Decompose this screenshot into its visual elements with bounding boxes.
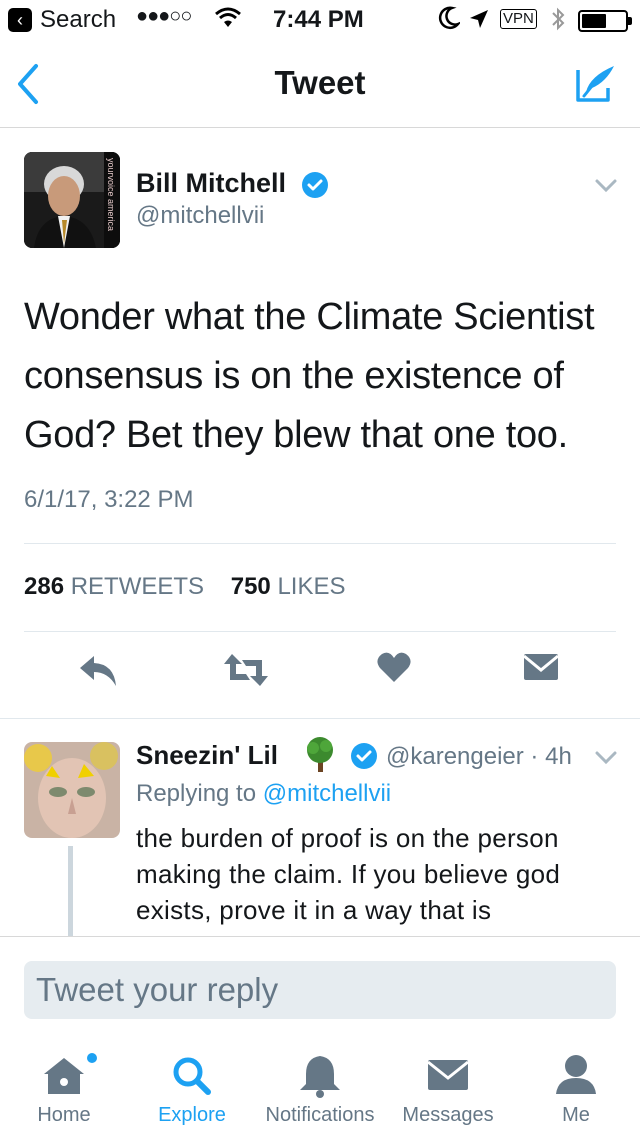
replying-to-prefix: Replying to bbox=[136, 780, 257, 807]
back-to-app-icon[interactable]: ‹ bbox=[8, 8, 32, 32]
reply-text: the burden of proof is on the person mak… bbox=[136, 823, 561, 925]
clock: 7:44 PM bbox=[273, 6, 364, 33]
likes-stat[interactable]: 750 LIKES bbox=[231, 573, 346, 600]
tab-home[interactable]: Home bbox=[0, 1040, 128, 1136]
tweet-stats: 286 RETWEETS 750 LIKES bbox=[24, 573, 346, 601]
divider bbox=[24, 543, 616, 544]
tab-label: Notifications bbox=[265, 1104, 375, 1126]
envelope-icon bbox=[384, 1052, 512, 1096]
tab-label: Messages bbox=[402, 1104, 494, 1126]
retweets-label: RETWEETS bbox=[70, 573, 205, 600]
divider bbox=[24, 631, 616, 632]
avatar-caption: yourvoice america bbox=[106, 158, 116, 232]
tab-label: Explore bbox=[158, 1104, 226, 1126]
tab-messages[interactable]: Messages bbox=[384, 1040, 512, 1136]
heart-icon[interactable] bbox=[376, 650, 412, 689]
location-icon bbox=[468, 8, 490, 37]
person-icon bbox=[512, 1052, 640, 1096]
tweet-timestamp: 6/1/17, 3:22 PM bbox=[24, 486, 194, 513]
tree-emoji-icon bbox=[303, 736, 337, 779]
author-name[interactable]: Bill Mitchell bbox=[136, 168, 286, 199]
home-icon bbox=[0, 1052, 128, 1096]
thread-connector bbox=[68, 846, 73, 936]
author-avatar[interactable]: yourvoice america bbox=[24, 152, 120, 248]
retweets-count: 286 bbox=[24, 573, 65, 600]
chevron-down-icon[interactable] bbox=[594, 750, 618, 771]
tab-label: Me bbox=[562, 1104, 590, 1126]
verified-badge-icon bbox=[349, 741, 379, 776]
search-icon bbox=[128, 1052, 256, 1096]
page-title: Tweet bbox=[274, 64, 366, 101]
tweet-text: Wonder what the Climate Scientist consen… bbox=[24, 296, 595, 456]
retweet-icon[interactable] bbox=[222, 650, 270, 695]
divider bbox=[0, 718, 640, 719]
verified-badge-icon bbox=[300, 170, 330, 205]
battery-icon bbox=[578, 10, 632, 32]
replying-to-link[interactable]: @mitchellvii bbox=[263, 780, 391, 807]
compose-tweet-icon[interactable] bbox=[572, 60, 618, 111]
bluetooth-icon bbox=[550, 6, 566, 38]
signal-strength: ●●●○○ bbox=[136, 5, 192, 27]
tab-me[interactable]: Me bbox=[512, 1040, 640, 1136]
reply-handle-time[interactable]: @karengeier · 4h bbox=[386, 743, 572, 771]
reply-author-avatar[interactable] bbox=[24, 742, 120, 838]
reply-composer: Tweet your reply bbox=[0, 936, 640, 1040]
wifi-icon bbox=[214, 7, 242, 36]
replying-to-line: Replying to @mitchellvii bbox=[136, 780, 391, 808]
nav-bar: Tweet bbox=[0, 40, 640, 128]
tab-explore[interactable]: Explore bbox=[128, 1040, 256, 1136]
direct-message-icon[interactable] bbox=[522, 650, 560, 689]
bell-icon bbox=[256, 1052, 384, 1098]
retweets-stat[interactable]: 286 RETWEETS bbox=[24, 573, 204, 600]
vpn-badge: VPN bbox=[500, 9, 537, 29]
status-bar: ‹ Search ●●●○○ 7:44 PM VPN bbox=[0, 0, 640, 40]
back-to-app-label[interactable]: Search bbox=[40, 6, 116, 34]
tweet-reply-input[interactable]: Tweet your reply bbox=[24, 961, 616, 1019]
reply-author-name[interactable]: Sneezin' Lil bbox=[136, 740, 278, 771]
reply-icon[interactable] bbox=[78, 650, 120, 695]
tab-notifications[interactable]: Notifications bbox=[256, 1040, 384, 1136]
likes-label: LIKES bbox=[277, 573, 346, 600]
likes-count: 750 bbox=[230, 573, 271, 600]
tweet-actions bbox=[0, 650, 640, 702]
do-not-disturb-icon bbox=[438, 6, 462, 37]
author-handle[interactable]: @mitchellvii bbox=[136, 202, 264, 230]
chevron-down-icon[interactable] bbox=[594, 178, 618, 199]
tab-bar: Home Explore Notifications Messages Me bbox=[0, 1040, 640, 1136]
